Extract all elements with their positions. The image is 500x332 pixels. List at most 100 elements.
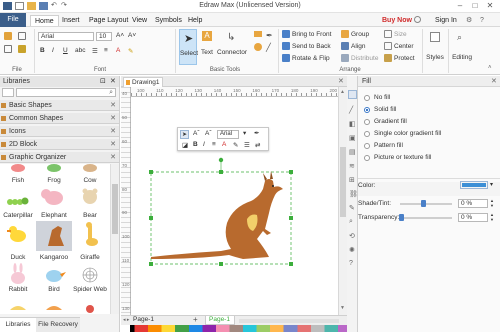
radio-button[interactable]	[364, 143, 370, 149]
group-icon[interactable]	[341, 30, 349, 38]
select-tool-button[interactable]: ➤ Select	[179, 29, 198, 65]
shade-spinner-icon[interactable]: ▲ ▼	[490, 198, 494, 208]
connector-tool-button[interactable]: ↳ Connector	[217, 29, 247, 65]
tab-insert[interactable]: Insert	[58, 15, 84, 26]
line-panel-icon[interactable]: ╱	[349, 106, 353, 114]
send-back-icon[interactable]	[282, 42, 290, 50]
ellipse-icon[interactable]	[254, 43, 262, 51]
fill-option[interactable]: Single color gradient fill	[364, 129, 494, 139]
tab-file-recovery[interactable]: File Recovery	[36, 317, 80, 332]
radio-button[interactable]	[364, 155, 370, 161]
library-icons[interactable]: Icons ✕	[0, 126, 119, 137]
format-painter-icon[interactable]: ✒	[254, 129, 259, 137]
history-panel-icon[interactable]: ⟲	[349, 232, 355, 240]
close-document-icon[interactable]: ✕	[338, 77, 344, 85]
page-tab-active[interactable]: Page-1	[205, 316, 235, 325]
grow-font-icon[interactable]: A˄	[116, 32, 124, 39]
distribute-button[interactable]: Distribute	[351, 55, 378, 62]
theme-panel-icon[interactable]: ✺	[349, 246, 355, 254]
radio-button[interactable]	[364, 107, 370, 113]
fill-icon[interactable]: ◪	[182, 141, 188, 149]
underline-icon[interactable]: U	[63, 47, 68, 54]
page-panel-icon[interactable]: ▤	[349, 148, 356, 156]
data-panel-icon[interactable]: ⊞	[349, 176, 355, 184]
find-panel-icon[interactable]: ⌕	[349, 218, 353, 226]
fill-option[interactable]: Pattern fill	[364, 141, 494, 151]
align-icon[interactable]	[341, 42, 349, 50]
library-common-shapes[interactable]: Common Shapes ✕	[0, 113, 119, 124]
maximize-icon[interactable]: □	[467, 1, 483, 11]
italic-icon[interactable]: I	[203, 141, 205, 148]
grow-font-icon[interactable]: Aˆ	[193, 130, 200, 137]
bring-front-button[interactable]: Bring to Front	[292, 31, 331, 38]
buy-now-link[interactable]: Buy Now	[378, 15, 416, 26]
fill-panel-icon[interactable]	[348, 90, 357, 99]
hyperlink-panel-icon[interactable]: ⛓	[349, 190, 358, 198]
font-color-icon[interactable]: A	[222, 141, 226, 148]
line-color-icon[interactable]: ✎	[233, 141, 238, 149]
transparency-slider-track[interactable]	[400, 217, 452, 219]
size-button[interactable]: Size	[394, 31, 407, 38]
minimize-icon[interactable]: –	[452, 1, 468, 11]
copy-icon[interactable]	[4, 45, 12, 53]
color-dropdown-icon[interactable]: ▾	[490, 181, 493, 188]
close-icon[interactable]: ✕	[110, 126, 116, 137]
rotate-flip-button[interactable]: Rotate & Flip	[292, 55, 330, 62]
tab-view[interactable]: View	[128, 15, 151, 26]
line-style-icon[interactable]: ☰	[244, 141, 250, 149]
italic-icon[interactable]: I	[52, 47, 54, 54]
help-panel-icon[interactable]: ?	[349, 260, 353, 267]
tab-drawing1[interactable]: Drawing1	[123, 77, 163, 87]
scroll-down-icon[interactable]: ▼	[340, 305, 345, 311]
font-color-icon[interactable]: A	[116, 47, 120, 54]
radio-button[interactable]	[364, 95, 370, 101]
format-painter-icon[interactable]	[18, 45, 26, 53]
tab-file[interactable]: File	[0, 13, 26, 27]
close-icon[interactable]: ✕	[482, 1, 498, 11]
close-icon[interactable]: ✕	[110, 139, 116, 150]
paste-icon[interactable]	[4, 32, 12, 40]
sign-in-link[interactable]: Sign In	[431, 15, 461, 26]
bring-front-icon[interactable]	[282, 30, 290, 38]
text-tool-button[interactable]: A Text	[199, 29, 215, 65]
collapse-ribbon-icon[interactable]: ˄	[488, 65, 492, 71]
highlight-icon[interactable]: ✎	[128, 47, 133, 55]
align-button[interactable]: Align	[351, 43, 365, 50]
distribute-icon[interactable]	[341, 54, 349, 62]
rectangle-icon[interactable]	[254, 31, 262, 37]
bullets-icon[interactable]: ☰	[92, 47, 98, 55]
cut-icon[interactable]	[18, 32, 26, 40]
strike-icon[interactable]: abc	[75, 47, 85, 54]
size-icon[interactable]	[384, 30, 392, 38]
horizontal-scrollbar[interactable]	[239, 319, 339, 323]
center-icon[interactable]	[384, 42, 392, 50]
library-2d-block[interactable]: 2D Block ✕	[0, 139, 119, 150]
more-icon[interactable]: ▾	[243, 129, 246, 137]
close-icon[interactable]: ✕	[110, 100, 116, 111]
tab-help[interactable]: Help	[184, 15, 206, 26]
font-select[interactable]: Arial	[217, 130, 239, 139]
transparency-spinner-icon[interactable]: ▲ ▼	[490, 212, 494, 222]
bold-icon[interactable]: B	[193, 141, 198, 148]
bold-icon[interactable]: B	[40, 47, 45, 54]
fill-option[interactable]: Solid fill	[364, 105, 494, 115]
replace-shape-icon[interactable]: ⇄	[255, 141, 260, 149]
comment-panel-icon[interactable]: ✎	[349, 204, 355, 212]
pen-icon[interactable]: ✒	[266, 31, 273, 40]
shadow-panel-icon[interactable]: ◧	[349, 120, 356, 128]
styles-button[interactable]: Styles	[426, 30, 444, 64]
settings-icon[interactable]: ⚙	[462, 15, 476, 26]
add-page-icon[interactable]: +	[193, 315, 198, 324]
page-nav-icons[interactable]: ◂ ▸	[123, 317, 129, 323]
library-menu-icon[interactable]	[2, 88, 14, 97]
scroll-thumb[interactable]	[340, 147, 346, 217]
radio-button[interactable]	[364, 131, 370, 137]
font-size-select[interactable]: 10	[96, 32, 112, 41]
layers-panel-icon[interactable]: ≋	[349, 162, 355, 170]
editing-button[interactable]: ⌕ Editing	[451, 30, 473, 64]
transparency-slider-thumb[interactable]	[399, 214, 405, 221]
tab-libraries[interactable]: Libraries	[0, 317, 36, 332]
scroll-thumb[interactable]	[112, 184, 118, 234]
protect-button[interactable]: Protect	[394, 55, 415, 62]
send-back-button[interactable]: Send to Back	[292, 43, 331, 50]
